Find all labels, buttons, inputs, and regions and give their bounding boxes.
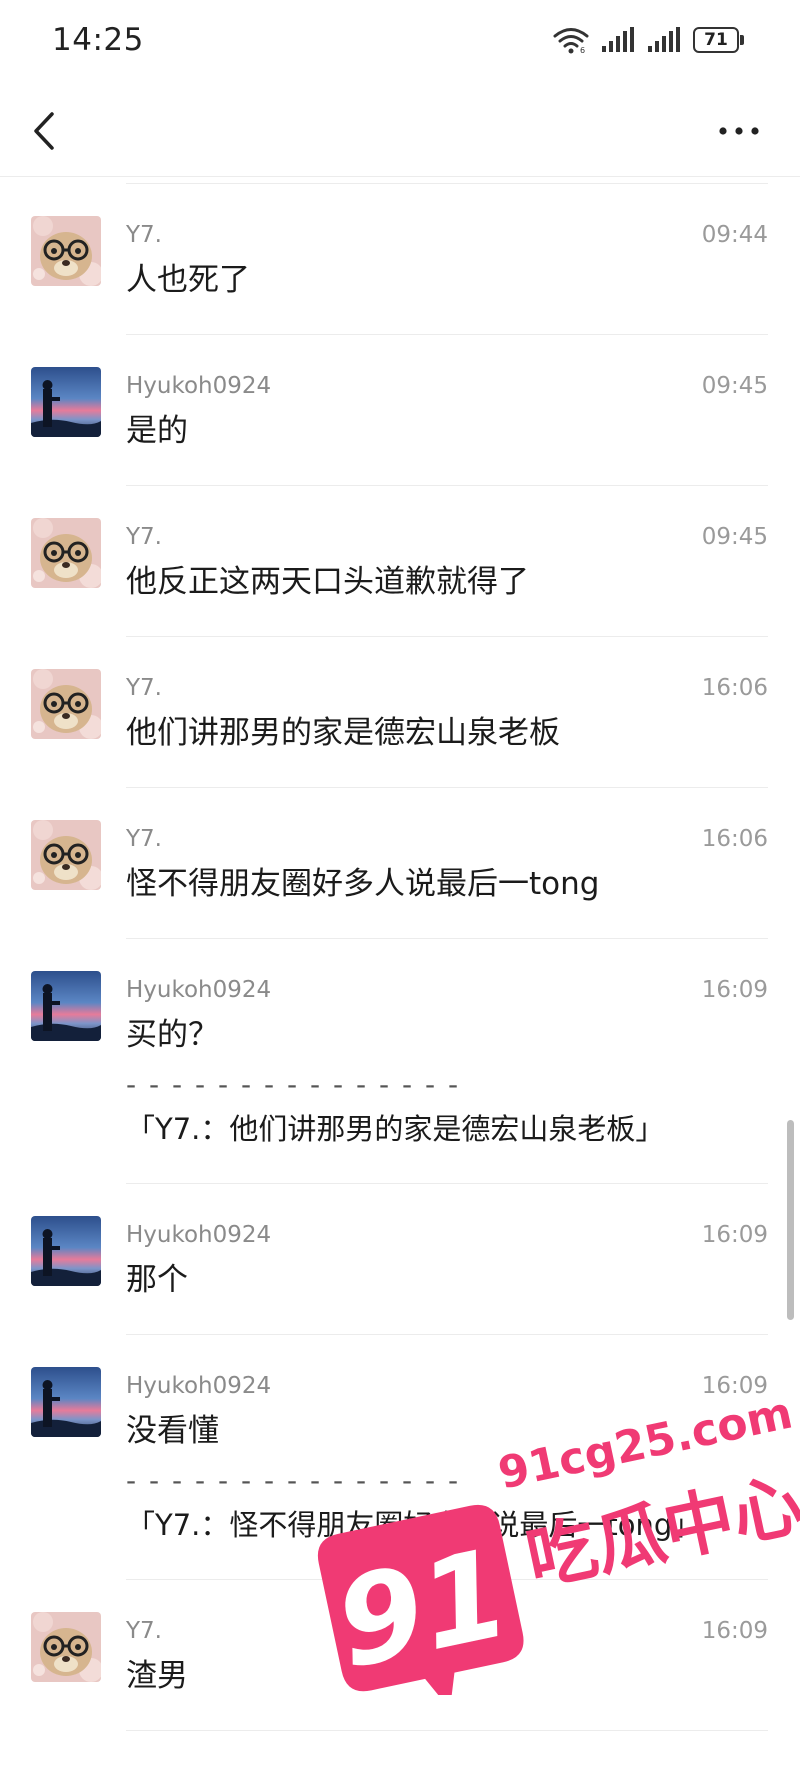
message-time: 16:06: [701, 675, 768, 701]
avatar[interactable]: [31, 518, 101, 588]
signal-icon-2: [647, 27, 681, 53]
message-text: 是的: [126, 413, 188, 449]
message-text: 那个: [126, 1262, 188, 1298]
nav-bar: [0, 86, 800, 177]
avatar[interactable]: [31, 367, 101, 437]
message-body: Y7. 09:44 人也死了: [126, 184, 768, 335]
message-time: 16:09: [701, 1618, 768, 1644]
message-author: Y7.: [126, 524, 162, 550]
message-row[interactable]: Y7. 16:09 渣男: [0, 1580, 800, 1731]
avatar[interactable]: [31, 669, 101, 739]
message-text: 他们讲那男的家是德宏山泉老板: [126, 715, 560, 751]
message-row[interactable]: Hyukoh0924 09:45 是的: [0, 335, 800, 486]
avatar[interactable]: [31, 820, 101, 890]
back-icon[interactable]: [26, 108, 66, 154]
avatar[interactable]: [31, 1612, 101, 1682]
message-body: Hyukoh0924 16:09 买的？ - - - - - - - - - - - …: [126, 939, 768, 1184]
message-author: Hyukoh0924: [126, 1222, 272, 1248]
message-body: Y7. 16:09 渣男: [126, 1580, 768, 1731]
message-body: Hyukoh0924 16:09 那个: [126, 1184, 768, 1335]
message-time: 16:09: [701, 977, 768, 1003]
message-row[interactable]: Y7. 16:06 怪不得朋友圈好多人说最后一tong: [0, 788, 800, 939]
avatar[interactable]: [31, 1367, 101, 1437]
message-row[interactable]: Y7. 09:45 他反正这两天口头道歉就得了: [0, 486, 800, 637]
message-text: 人也死了: [126, 262, 250, 298]
message-text: 买的？: [126, 1017, 219, 1053]
avatar[interactable]: [31, 971, 101, 1041]
message-author: Y7.: [126, 826, 162, 852]
message-list[interactable]: Y7. 09:44 人也死了 Hyukoh0924 09:45 是的 Y7. 09:45 他…: [0, 183, 800, 1731]
message-text: 他反正这两天口头道歉就得了: [126, 564, 529, 600]
battery-level: 71: [693, 27, 739, 53]
quoted-message[interactable]: 「Y7.：他们讲那男的家是德宏山泉老板」: [126, 1103, 768, 1155]
quote-separator: - - - - - - - - - - - - - - -: [126, 1464, 461, 1497]
message-time: 09:45: [701, 524, 768, 550]
message-row[interactable]: Y7. 09:44 人也死了: [0, 184, 800, 335]
message-author: Y7.: [126, 222, 162, 248]
svg-text:6: 6: [580, 46, 585, 54]
status-bar: 14:25 6 71: [0, 0, 800, 86]
avatar[interactable]: [31, 1216, 101, 1286]
scrollbar[interactable]: [787, 1120, 794, 1320]
message-text: 怪不得朋友圈好多人说最后一tong: [126, 866, 600, 902]
message-text: 渣男: [126, 1658, 188, 1694]
message-author: Hyukoh0924: [126, 977, 272, 1003]
more-options-icon[interactable]: [714, 116, 764, 146]
message-body: Hyukoh0924 09:45 是的: [126, 335, 768, 486]
message-row[interactable]: Hyukoh0924 16:09 那个: [0, 1184, 800, 1335]
message-time: 16:09: [701, 1222, 768, 1248]
signal-icon: [601, 27, 635, 53]
message-author: Y7.: [126, 1618, 162, 1644]
message-author: Hyukoh0924: [126, 373, 272, 399]
message-body: Y7. 09:45 他反正这两天口头道歉就得了: [126, 486, 768, 637]
status-icons: 6 71: [553, 26, 744, 54]
message-row[interactable]: Hyukoh0924 16:09 没看懂 - - - - - - - - - - - …: [0, 1335, 800, 1580]
avatar[interactable]: [31, 216, 101, 286]
message-time: 16:09: [701, 1373, 768, 1399]
message-row[interactable]: Hyukoh0924 16:09 买的？ - - - - - - - - - - - …: [0, 939, 800, 1184]
message-time: 09:45: [701, 373, 768, 399]
message-body: Y7. 16:06 怪不得朋友圈好多人说最后一tong: [126, 788, 768, 939]
message-body: Y7. 16:06 他们讲那男的家是德宏山泉老板: [126, 637, 768, 788]
message-text: 没看懂: [126, 1413, 219, 1449]
message-time: 16:06: [701, 826, 768, 852]
message-row[interactable]: Y7. 16:06 他们讲那男的家是德宏山泉老板: [0, 637, 800, 788]
quote-separator: - - - - - - - - - - - - - - -: [126, 1068, 461, 1101]
message-author: Y7.: [126, 675, 162, 701]
quoted-message[interactable]: 「Y7.：怪不得朋友圈好多人说最后一tong」: [126, 1499, 768, 1551]
message-author: Hyukoh0924: [126, 1373, 272, 1399]
battery-icon: 71: [693, 27, 744, 53]
status-time: 14:25: [52, 22, 144, 58]
message-time: 09:44: [701, 222, 768, 248]
wifi-icon: 6: [553, 26, 589, 54]
message-body: Hyukoh0924 16:09 没看懂 - - - - - - - - - - - …: [126, 1335, 768, 1580]
